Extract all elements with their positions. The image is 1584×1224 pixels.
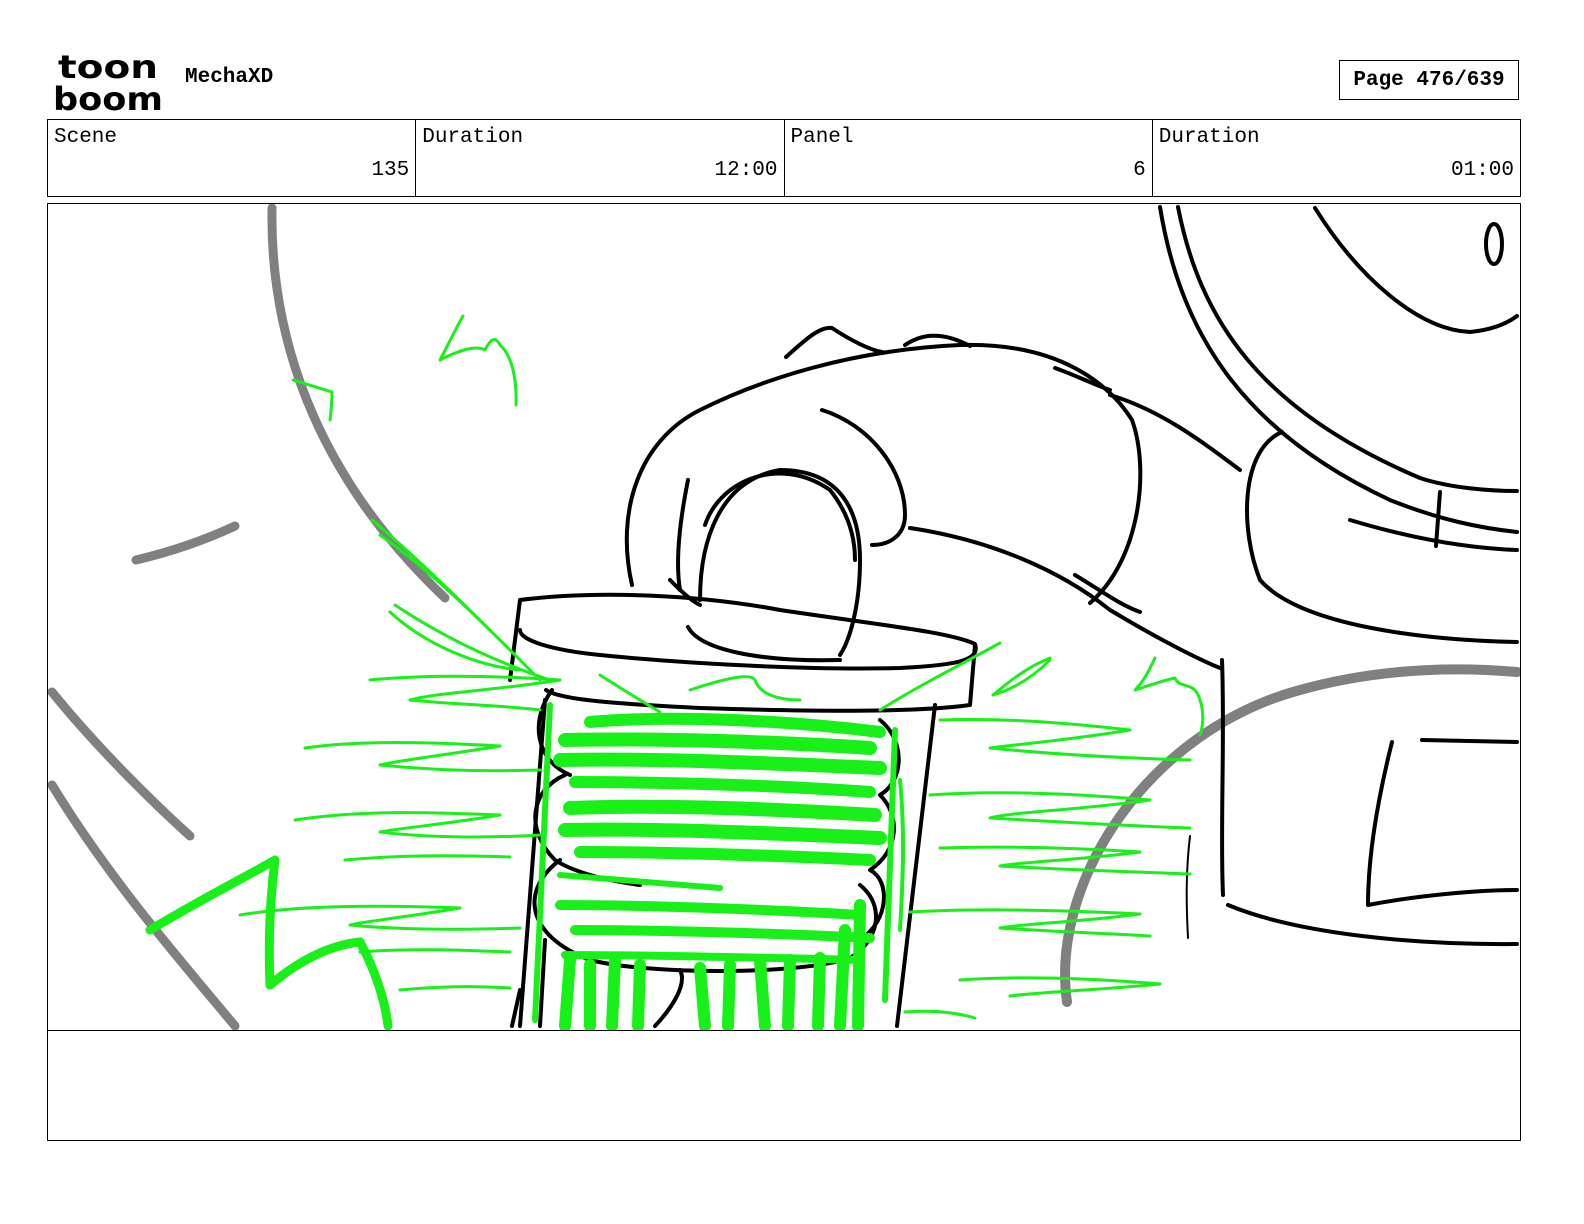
info-cell-scene: Scene 135 <box>48 120 417 196</box>
panel-duration-value: 01:00 <box>1450 159 1514 182</box>
scene-duration-value: 12:00 <box>714 159 778 182</box>
panel-value: 6 <box>1133 159 1146 182</box>
info-cell-scene-duration: Duration 12:00 <box>416 120 785 196</box>
logo-line2: boom <box>53 80 163 112</box>
scene-duration-label: Duration <box>422 126 524 149</box>
page-indicator: Page 476/639 <box>1339 60 1519 100</box>
info-cell-panel: Panel 6 <box>785 120 1153 196</box>
panel-notes <box>47 1030 1521 1141</box>
panel-duration-label: Duration <box>1158 126 1260 149</box>
scene-info-table: Scene 135 Duration 12:00 Panel 6 Duratio… <box>47 119 1521 197</box>
storyboard-panel <box>47 203 1521 1031</box>
scene-label: Scene <box>54 126 118 149</box>
panel-label: Panel <box>790 126 854 149</box>
project-title: MechaXD <box>185 66 274 89</box>
toonboom-logo: toon boom <box>53 50 163 112</box>
scene-value: 135 <box>371 159 410 182</box>
panel-sketch <box>48 204 1520 1030</box>
info-cell-panel-duration: Duration 01:00 <box>1153 120 1520 196</box>
